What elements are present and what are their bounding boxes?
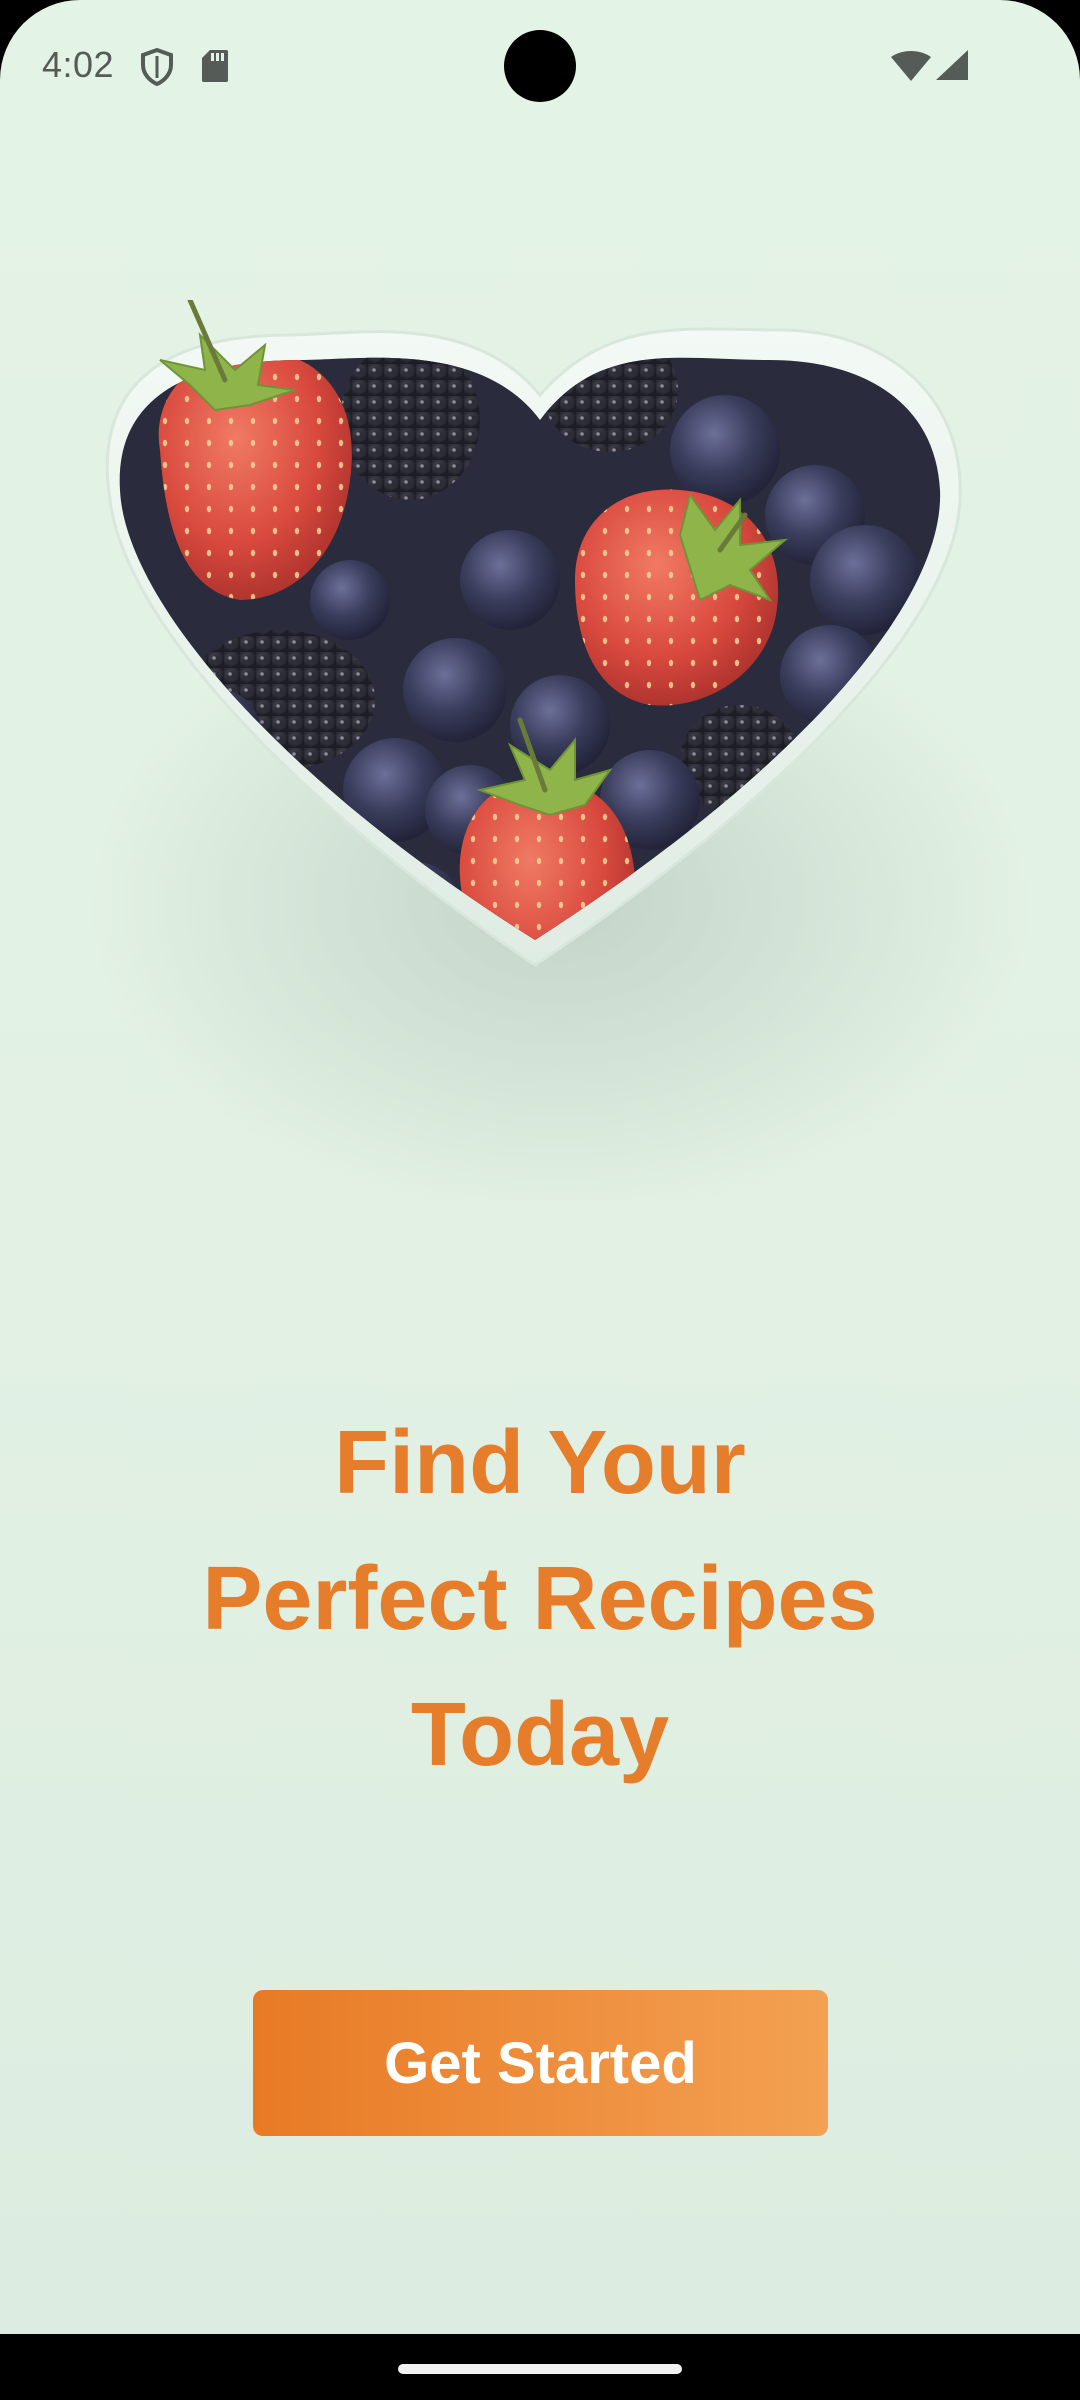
home-handle[interactable]	[398, 2364, 682, 2374]
headline-line-2: Perfect Recipes	[202, 1549, 878, 1649]
wifi-icon	[891, 51, 931, 81]
get-started-button[interactable]: Get Started	[253, 1990, 828, 2136]
headline-line-1: Find Your	[334, 1413, 746, 1513]
camera-cutout	[504, 30, 576, 102]
shield-icon	[141, 48, 173, 86]
status-bar: 4:02	[0, 0, 1080, 130]
cell-signal-icon	[936, 50, 968, 80]
status-time: 4:02	[42, 44, 115, 85]
hero-berry-heart-bowl-image	[90, 300, 1030, 1200]
headline: Find Your Perfect Recipes Today	[0, 1395, 1080, 1803]
welcome-screen: 4:02 Find Your Perfect Recipes Today Get…	[0, 0, 1080, 2334]
sd-card-icon	[202, 50, 228, 82]
headline-line-3: Today	[410, 1685, 670, 1785]
